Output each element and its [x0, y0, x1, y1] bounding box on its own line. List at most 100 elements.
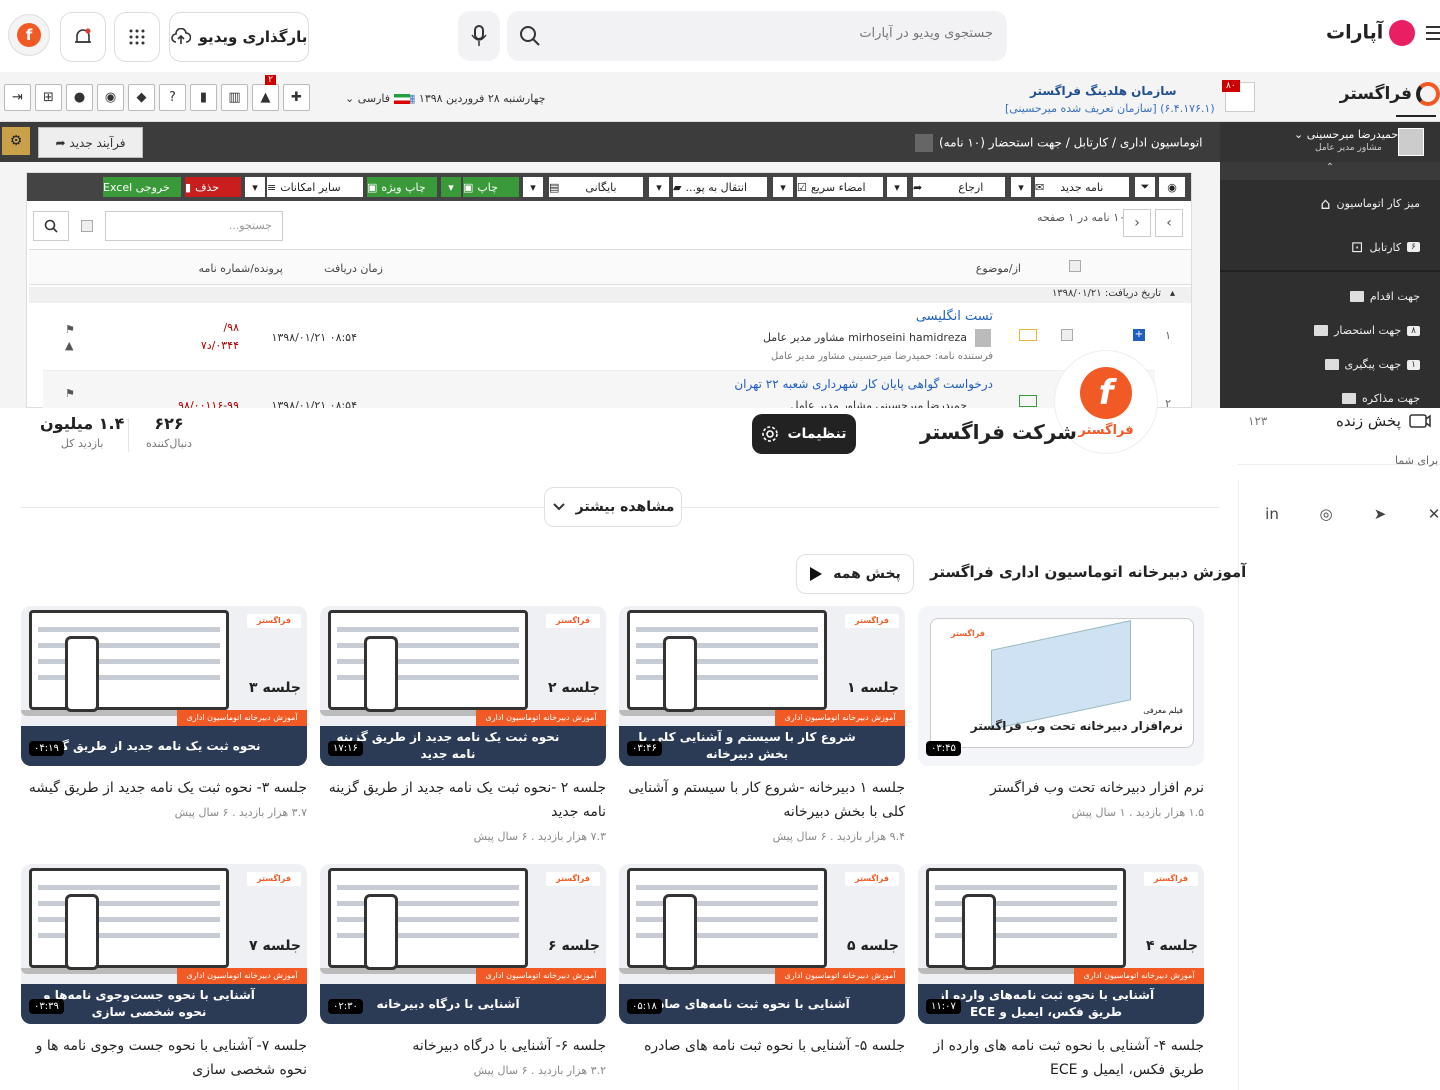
letters-search-input[interactable]: جستجو...	[105, 211, 283, 241]
row-checkbox[interactable]	[1061, 329, 1073, 341]
play-all-button[interactable]: پخش همه	[796, 554, 914, 594]
settings-button[interactable]: تنظیمات	[752, 414, 856, 454]
new-letter-dropdown[interactable]: ▾	[1011, 177, 1031, 197]
org-chart-icon[interactable]: ⊞	[35, 84, 62, 111]
video-thumbnail[interactable]: فراگستر جلسه ۱ آموزش دبیرخانه اتوماسیون …	[619, 606, 905, 766]
refer-dropdown[interactable]: ▾	[887, 177, 907, 197]
transfer-button[interactable]: انتقال به پو... ▰	[673, 177, 767, 197]
help-icon[interactable]: ?	[159, 84, 186, 111]
transfer-dropdown[interactable]: ▾	[649, 177, 669, 197]
sidebar-item-negotiate[interactable]: جهت مذاکره	[1342, 392, 1420, 405]
aparat-logo[interactable]: آپارات	[1326, 20, 1416, 46]
video-thumbnail[interactable]: فراگستر جلسه ۲ آموزش دبیرخانه اتوماسیون …	[320, 606, 606, 766]
video-thumbnail[interactable]: فراگستر فیلم معرفی نرم‌افزار دبیرخانه تح…	[918, 606, 1204, 766]
user-box[interactable]: حمیدرضا میرحسینی ⌄ مشاور مدیر عامل	[1220, 122, 1440, 162]
video-card[interactable]: فراگستر جلسه ۳ آموزش دبیرخانه اتوماسیون …	[21, 606, 307, 819]
voice-search-button[interactable]	[458, 11, 500, 61]
show-more-button[interactable]: مشاهده بیشتر	[544, 487, 682, 527]
prev-page-button[interactable]: ‹	[1123, 209, 1151, 237]
more-options-button[interactable]: سایر امکانات ≡	[267, 177, 363, 197]
more-dropdown[interactable]: ▾	[245, 177, 265, 197]
linkedin-icon[interactable]: in	[1262, 505, 1282, 523]
sidebar-item-action[interactable]: جهت اقدام	[1349, 290, 1420, 303]
video-title[interactable]: جلسه ۵- آشنایی با نحوه ثبت نامه های صادر…	[619, 1034, 905, 1058]
sidebar-item-cartable[interactable]: ۶ کارتابل ⊡	[1351, 238, 1420, 256]
archive-button[interactable]: بایگانی ▤	[549, 177, 643, 197]
letter-subject[interactable]: تست انگلیسی	[916, 309, 993, 324]
video-card[interactable]: فراگستر فیلم معرفی نرم‌افزار دبیرخانه تح…	[918, 606, 1204, 819]
excel-export-button[interactable]: خروجی Excel	[103, 177, 181, 197]
col-received[interactable]: زمان دریافت	[324, 262, 383, 275]
header-checkbox[interactable]	[1069, 260, 1081, 272]
sign-dropdown[interactable]: ▾	[773, 177, 793, 197]
menu-icon[interactable]	[1426, 26, 1440, 44]
video-thumbnail[interactable]: فراگستر جلسه ۴ آموزش دبیرخانه اتوماسیون …	[918, 864, 1204, 1024]
new-letter-button[interactable]: نامه جدید ✉	[1035, 177, 1129, 197]
playlist-title[interactable]: آموزش دبیرخانه اتوماسیون اداری فراگستر	[930, 563, 1246, 581]
video-thumbnail[interactable]: فراگستر جلسه ۷ آموزش دبیرخانه اتوماسیون …	[21, 864, 307, 1024]
language-select[interactable]: فارسی ⌄	[345, 92, 411, 105]
video-card[interactable]: فراگستر جلسه ۶ آموزش دبیرخانه اتوماسیون …	[320, 864, 606, 1077]
logout-icon[interactable]: ⇥	[4, 84, 31, 111]
video-title[interactable]: نرم افزار دبیرخانه تحت وب فراگستر	[918, 776, 1204, 800]
collapse-icon[interactable]: ⌃	[1220, 162, 1440, 180]
x-icon[interactable]: ✕	[1424, 505, 1440, 523]
sidebar-item-desk[interactable]: میز کار اتوماسیون ⌂	[1320, 194, 1420, 213]
print-dropdown[interactable]: ▾	[441, 177, 461, 197]
refresh-icon[interactable]	[915, 134, 933, 152]
video-card[interactable]: فراگستر جلسه ۷ آموزش دبیرخانه اتوماسیون …	[21, 864, 307, 1088]
live-stream-link[interactable]: پخش زنده	[1336, 412, 1431, 430]
video-thumbnail[interactable]: فراگستر جلسه ۵ آموزش دبیرخانه اتوماسیون …	[619, 864, 905, 1024]
upload-video-button[interactable]: بارگذاری ویدیو	[169, 12, 309, 62]
video-card[interactable]: فراگستر جلسه ۱ آموزش دبیرخانه اتوماسیون …	[619, 606, 905, 843]
video-card[interactable]: فراگستر جلسه ۴ آموزش دبیرخانه اتوماسیون …	[918, 864, 1204, 1088]
notifications-button[interactable]	[60, 12, 106, 62]
search-input[interactable]: جستجوی ویدیو در آپارات	[507, 11, 1007, 61]
video-title[interactable]: جلسه ۶- آشنایی با درگاه دبیرخانه	[320, 1034, 606, 1058]
print-button[interactable]: چاپ ▣	[463, 177, 519, 197]
video-title[interactable]: جلسه ۳- نحوه ثبت یک نامه جدید از طریق گی…	[21, 776, 307, 800]
gear-icon[interactable]: ⚙	[2, 127, 30, 155]
comment-icon[interactable]: ◆	[128, 84, 155, 111]
puzzle-icon[interactable]: ✚	[283, 84, 310, 111]
video-thumbnail[interactable]: فراگستر جلسه ۶ آموزش دبیرخانه اتوماسیون …	[320, 864, 606, 1024]
archive-dropdown[interactable]: ▾	[523, 177, 543, 197]
col-from-subject[interactable]: از/موضوع	[976, 262, 1021, 275]
expand-icon[interactable]: +	[1133, 329, 1145, 341]
eye-icon[interactable]: ◉	[1159, 177, 1185, 197]
apps-button[interactable]	[114, 12, 160, 62]
sidebar-item-inform[interactable]: ۸ جهت استحضار	[1314, 324, 1420, 337]
refer-button[interactable]: ارجاع ➦	[913, 177, 1005, 197]
user-avatar[interactable]: f	[8, 14, 50, 56]
letter-subject[interactable]: درخواست گواهی پایان کار شهرداری شعبه ۲۲ …	[734, 377, 993, 391]
special-print-button[interactable]: چاپ ویژه ▣	[367, 177, 437, 197]
flag-icon[interactable]: ⚑	[65, 323, 75, 336]
table-row[interactable]: ۱ + تست انگلیسی mirhoseini hamidreza مشا…	[43, 303, 1171, 371]
bell-icon[interactable]: ▲ ۲	[252, 75, 279, 111]
col-file-no[interactable]: پرونده/شماره نامه	[199, 262, 283, 275]
filter-icon[interactable]: ⏷	[1135, 177, 1155, 197]
letters-search-button[interactable]	[33, 211, 69, 241]
delete-button[interactable]: حذف ▮	[185, 177, 241, 197]
bell-icon[interactable]: ▲	[65, 339, 73, 352]
video-title[interactable]: جلسه ۷- آشنایی با نحوه جست وجوی نامه ها …	[21, 1034, 307, 1082]
video-title[interactable]: جلسه ۱ دبیرخانه -شروع کار با سیستم و آشن…	[619, 776, 905, 824]
video-card[interactable]: فراگستر جلسه ۲ آموزش دبیرخانه اتوماسیون …	[320, 606, 606, 843]
video-card[interactable]: فراگستر جلسه ۵ آموزش دبیرخانه اتوماسیون …	[619, 864, 905, 1064]
search-icon[interactable]	[519, 25, 541, 47]
new-process-button[interactable]: فرآیند جدید ➦	[38, 127, 143, 158]
next-page-button[interactable]: ›	[1155, 209, 1183, 237]
instagram-icon[interactable]: ◎	[1316, 505, 1336, 523]
table-row[interactable]: ۲ درخواست گواهی پایان کار شهرداری شعبه ۲…	[43, 371, 1171, 408]
video-title[interactable]: جلسه ۲ -نحوه ثبت یک نامه جدید از طریق گز…	[320, 776, 606, 824]
video-title[interactable]: جلسه ۴- آشنایی با نحوه ثبت نامه های وارد…	[918, 1034, 1204, 1082]
microphone-icon[interactable]: ▮	[190, 84, 217, 111]
chart-icon[interactable]: ▥	[221, 84, 248, 111]
telegram-icon[interactable]: ➤	[1370, 505, 1390, 523]
user-icon[interactable]: ●	[66, 84, 93, 111]
select-all-checkbox[interactable]	[81, 220, 93, 232]
video-thumbnail[interactable]: فراگستر جلسه ۳ آموزش دبیرخانه اتوماسیون …	[21, 606, 307, 766]
flag-icon[interactable]: ⚑	[65, 387, 75, 400]
sidebar-item-followup[interactable]: ۱ جهت پیگیری	[1324, 358, 1420, 371]
quick-sign-button[interactable]: امضاء سریع ☑	[797, 177, 883, 197]
